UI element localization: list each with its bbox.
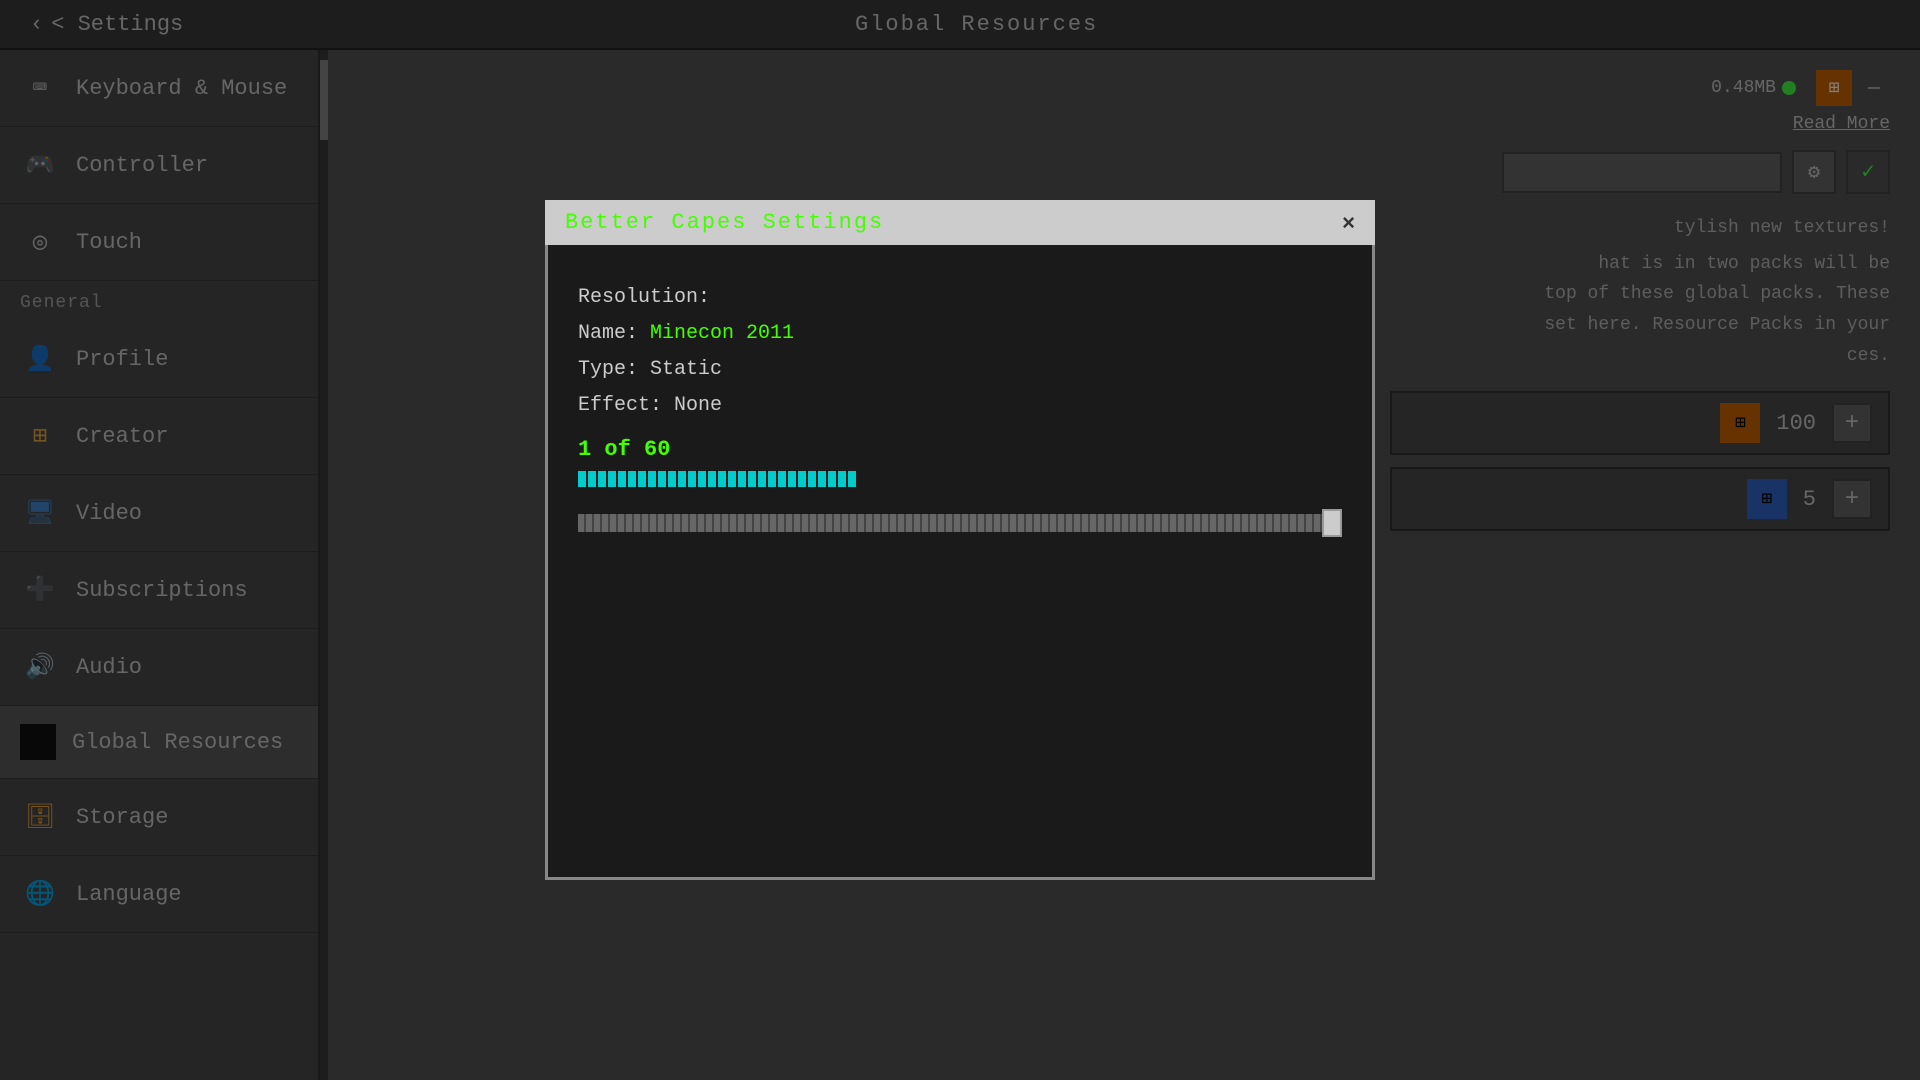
slider-container[interactable] <box>578 508 1342 538</box>
modal-title: Better Capes Settings <box>565 210 884 235</box>
progress-dash <box>728 471 736 487</box>
modal-content: Resolution: Name: Minecon 2011 Type: Sta… <box>578 283 1342 538</box>
progress-dash <box>718 471 726 487</box>
progress-dash <box>648 471 656 487</box>
type-label: Type: Static <box>578 358 722 381</box>
progress-dash <box>608 471 616 487</box>
progress-dash <box>658 471 666 487</box>
progress-dash <box>838 471 846 487</box>
progress-dash <box>748 471 756 487</box>
progress-dash <box>638 471 646 487</box>
modal-type-line: Type: Static <box>578 355 1342 385</box>
progress-dash <box>688 471 696 487</box>
progress-dash <box>588 471 596 487</box>
progress-dash <box>618 471 626 487</box>
progress-dash <box>758 471 766 487</box>
modal-title-bar: Better Capes Settings × <box>545 200 1375 245</box>
modal-resolution-line: Resolution: <box>578 283 1342 313</box>
progress-dash <box>798 471 806 487</box>
name-label: Name: <box>578 322 650 345</box>
progress-dash <box>828 471 836 487</box>
modal-counter: 1 of 60 <box>578 437 1342 462</box>
progress-dash <box>598 471 606 487</box>
modal-dialog: Better Capes Settings × Resolution: Name… <box>545 200 1375 880</box>
name-value: Minecon 2011 <box>650 322 794 345</box>
modal-close-button[interactable]: × <box>1342 212 1355 234</box>
progress-dash <box>768 471 776 487</box>
progress-dash <box>708 471 716 487</box>
progress-dash <box>788 471 796 487</box>
modal-overlay: Better Capes Settings × Resolution: Name… <box>0 0 1920 1080</box>
modal-name-line: Name: Minecon 2011 <box>578 319 1342 349</box>
progress-teal-bar <box>578 470 1342 488</box>
slider-thumb[interactable] <box>1322 509 1342 537</box>
slider-track <box>578 514 1342 532</box>
progress-dash <box>578 471 586 487</box>
progress-dash <box>778 471 786 487</box>
modal-effect-line: Effect: None <box>578 391 1342 421</box>
resolution-label: Resolution: <box>578 286 710 309</box>
effect-label: Effect: None <box>578 394 722 417</box>
progress-dash <box>848 471 856 487</box>
progress-dash <box>698 471 706 487</box>
progress-dash <box>808 471 816 487</box>
progress-dash <box>628 471 636 487</box>
progress-dash <box>678 471 686 487</box>
progress-bar <box>578 470 1342 488</box>
progress-dash <box>668 471 676 487</box>
progress-dash <box>818 471 826 487</box>
progress-dash <box>738 471 746 487</box>
